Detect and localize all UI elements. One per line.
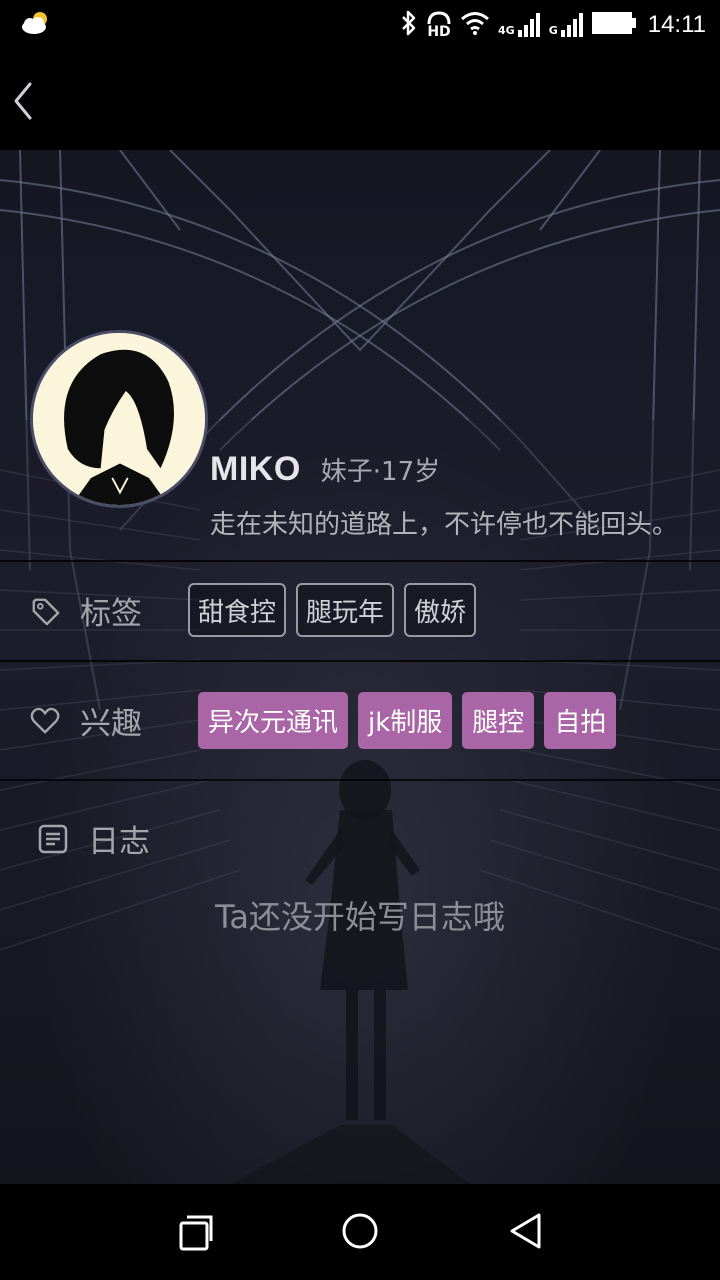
tag-chip[interactable]: 傲娇 xyxy=(404,583,477,637)
wifi-icon xyxy=(460,11,490,39)
bluetooth-icon xyxy=(400,10,418,40)
avatar-image xyxy=(33,333,205,505)
signal-icon: G xyxy=(549,13,584,37)
tag-chip[interactable]: 甜食控 xyxy=(188,583,287,637)
heart-icon xyxy=(30,706,60,736)
network-type-label: G xyxy=(548,24,558,37)
profile-bio: 走在未知的道路上，不许停也不能回头。 xyxy=(210,510,679,540)
profile-background-image xyxy=(0,150,720,1184)
avatar[interactable] xyxy=(30,330,208,508)
hd-voice-icon: HD xyxy=(426,11,452,39)
system-nav-bar xyxy=(0,1184,720,1280)
journal-section-label: 日志 xyxy=(38,816,150,861)
profile-meta: 妹子·17岁 xyxy=(320,457,441,487)
tags-section-label: 标签 xyxy=(30,588,142,633)
network-type-label: 4G xyxy=(498,24,515,37)
weather-cloudy-icon xyxy=(20,10,52,40)
profile-name: MIKO xyxy=(210,450,301,488)
tag-chip[interactable]: 腿玩年 xyxy=(296,583,395,637)
tags-list: 甜食控 腿玩年 傲娇 xyxy=(188,583,477,637)
back-nav-button[interactable] xyxy=(500,1208,550,1258)
signal-icon: 4G xyxy=(498,13,541,37)
tag-icon xyxy=(30,596,60,626)
divider xyxy=(0,660,720,662)
recent-apps-button[interactable] xyxy=(170,1208,220,1258)
divider xyxy=(0,560,720,562)
interests-list: 异次元通讯 jk制服 腿控 自拍 xyxy=(198,692,617,749)
hd-label: HD xyxy=(427,24,451,40)
battery-icon xyxy=(591,12,636,38)
journal-icon xyxy=(38,824,68,854)
interests-label: 兴趣 xyxy=(80,706,142,742)
back-triangle-icon xyxy=(505,1211,545,1255)
app-bar xyxy=(0,50,720,150)
interest-chip[interactable]: 自拍 xyxy=(544,692,617,749)
back-button[interactable] xyxy=(8,78,48,124)
journal-empty-text: Ta还没开始写日志哦 xyxy=(215,898,505,936)
tags-label: 标签 xyxy=(80,596,142,632)
interests-section-label: 兴趣 xyxy=(30,698,142,743)
chevron-left-icon xyxy=(8,82,48,128)
journal-label: 日志 xyxy=(88,824,150,860)
status-bar: HD 4G G 14:11 xyxy=(0,0,720,50)
clock: 14:11 xyxy=(647,11,706,38)
interest-chip[interactable]: 异次元通讯 xyxy=(198,692,349,749)
recent-apps-icon xyxy=(175,1211,215,1255)
divider xyxy=(0,779,720,781)
interest-chip[interactable]: jk制服 xyxy=(358,692,453,749)
home-button[interactable] xyxy=(335,1208,385,1258)
profile-name-row: MIKO 妹子·17岁 xyxy=(210,450,440,489)
home-icon xyxy=(340,1211,380,1255)
profile-screen: HD 4G G 14:11 MIKO 妹子·17岁 走在未知的道路上，不许停也不… xyxy=(0,0,720,1280)
interest-chip[interactable]: 腿控 xyxy=(462,692,535,749)
